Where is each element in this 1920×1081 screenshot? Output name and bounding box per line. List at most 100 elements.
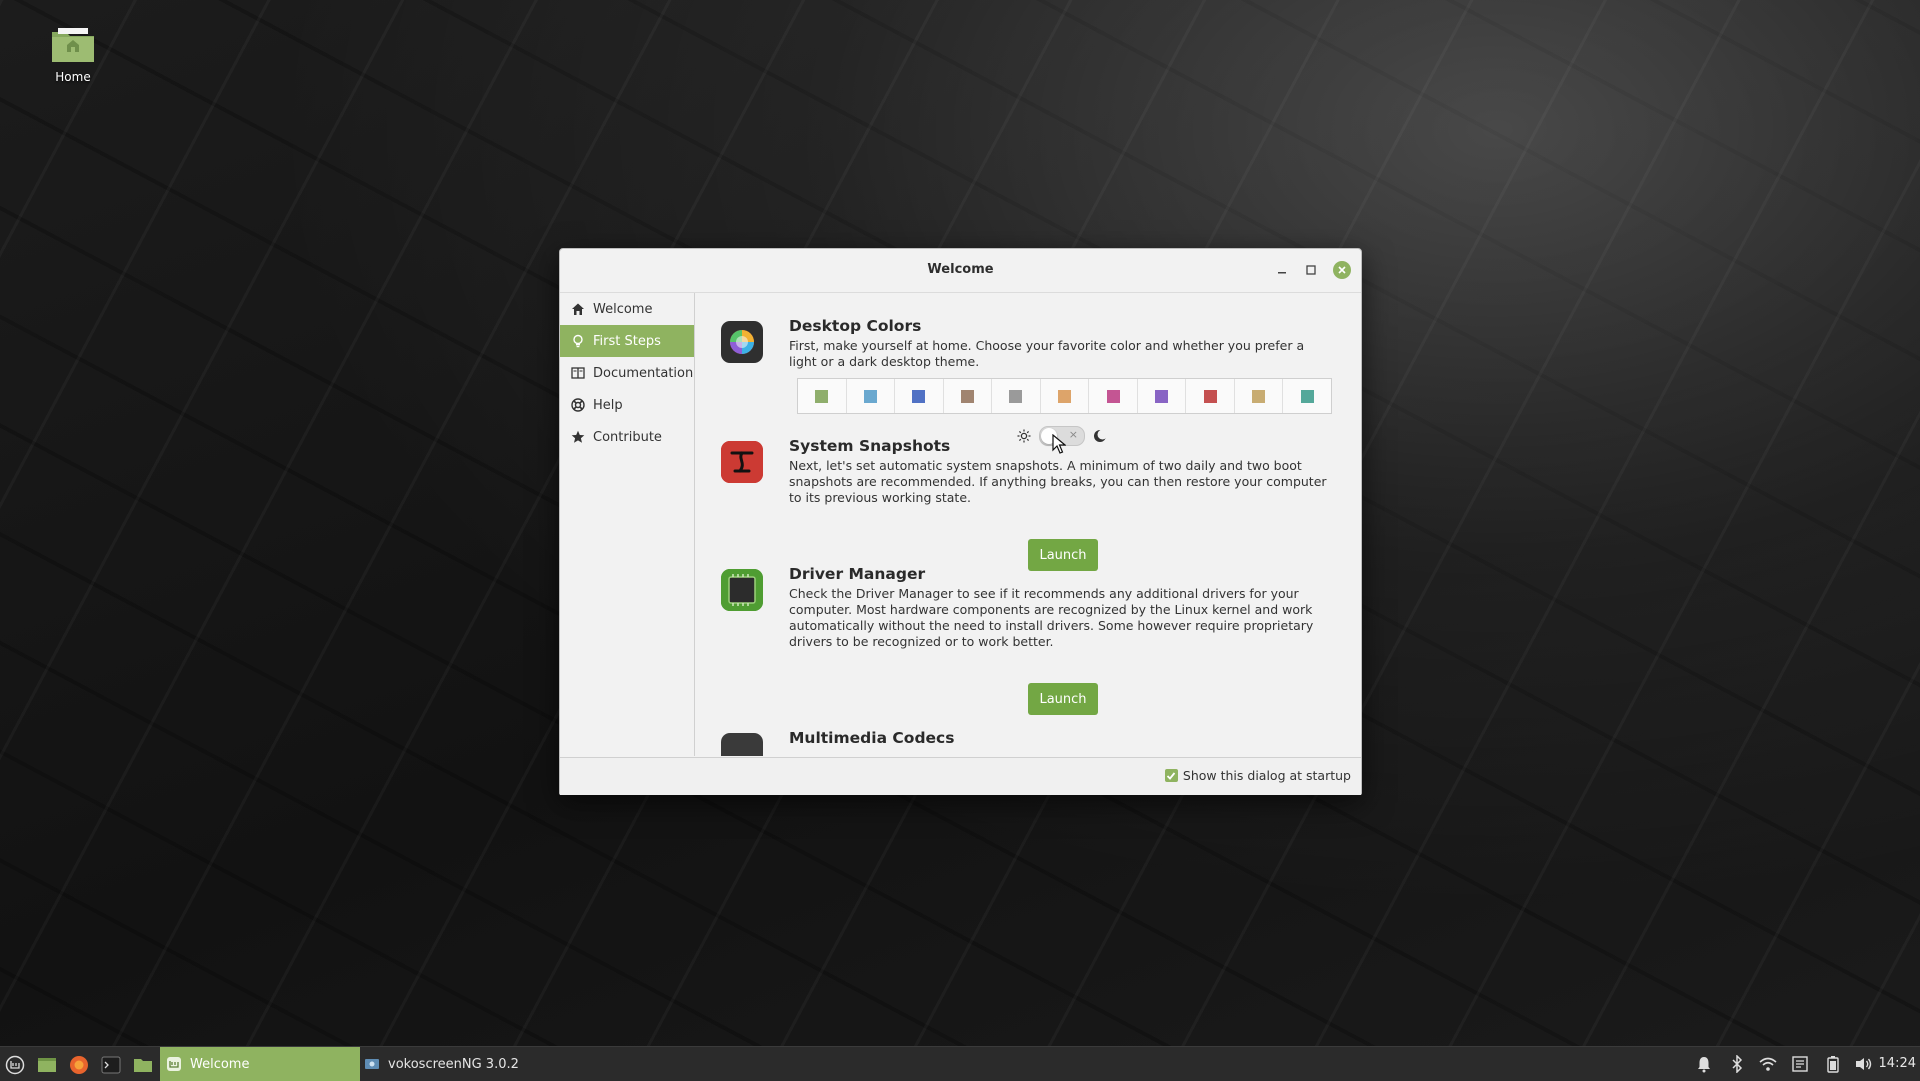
taskbar: Welcome vokoscreenNG 3.0.2 14:24 <box>0 1046 1920 1081</box>
sidebar-item-label: Contribute <box>593 429 662 445</box>
color-swatch-1[interactable] <box>798 379 847 413</box>
bluetooth-icon <box>1732 1055 1743 1073</box>
menu-button[interactable] <box>5 1055 25 1075</box>
window-footer: Show this dialog at startup <box>560 757 1361 795</box>
color-swatch-row <box>797 378 1332 414</box>
color-swatch-fill <box>1252 389 1266 403</box>
color-swatch-fill <box>1009 389 1023 403</box>
update-manager-icon <box>1792 1056 1808 1072</box>
driver-chip-icon <box>721 569 763 611</box>
color-swatch-9[interactable] <box>1186 379 1235 413</box>
color-swatch-fill <box>863 389 877 403</box>
color-swatch-4[interactable] <box>944 379 993 413</box>
battery-button[interactable] <box>1823 1054 1843 1074</box>
task-label: Welcome <box>190 1056 250 1072</box>
volume-button[interactable] <box>1854 1054 1874 1074</box>
task-label: vokoscreenNG 3.0.2 <box>388 1056 519 1072</box>
sidebar-item-help[interactable]: Help <box>560 389 694 421</box>
color-swatch-fill <box>1058 389 1071 403</box>
terminal-icon <box>101 1056 121 1074</box>
color-swatch-fill <box>960 389 974 403</box>
task-welcome[interactable]: Welcome <box>160 1047 360 1081</box>
sidebar-item-first-steps[interactable]: First Steps <box>560 325 694 357</box>
wifi-icon <box>1759 1057 1777 1071</box>
multimedia-icon <box>721 733 763 756</box>
sidebar-item-contribute[interactable]: Contribute <box>560 421 694 453</box>
desktop-icon-home[interactable]: Home <box>40 26 106 84</box>
mouse-cursor <box>1052 433 1067 458</box>
wifi-button[interactable] <box>1758 1054 1778 1074</box>
startup-checkbox[interactable] <box>1164 769 1178 782</box>
moon-icon <box>1091 427 1109 445</box>
battery-icon <box>1827 1056 1839 1073</box>
star-icon <box>570 429 586 445</box>
mint-welcome-icon <box>166 1056 182 1072</box>
color-swatch-7[interactable] <box>1089 379 1138 413</box>
clock[interactable]: 14:24 <box>1879 1056 1916 1071</box>
color-swatch-fill <box>1300 389 1314 403</box>
color-swatch-2[interactable] <box>847 379 896 413</box>
sidebar-item-label: Help <box>593 397 623 413</box>
sidebar-item-label: First Steps <box>593 333 661 349</box>
minimize-button[interactable] <box>1273 261 1291 279</box>
color-swatch-fill <box>912 389 926 403</box>
section-title: System Snapshots <box>789 437 951 455</box>
vokoscreen-icon <box>364 1056 380 1072</box>
startup-checkbox-row[interactable]: Show this dialog at startup <box>1164 768 1351 783</box>
maximize-button[interactable] <box>1302 261 1320 279</box>
color-swatch-fill <box>815 389 829 403</box>
firefox-launcher[interactable] <box>69 1055 89 1075</box>
task-vokoscreen[interactable]: vokoscreenNG 3.0.2 <box>360 1047 560 1081</box>
home-icon <box>570 301 586 317</box>
firefox-icon <box>70 1056 88 1074</box>
lightbulb-icon <box>570 333 586 349</box>
show-desktop-icon <box>38 1058 56 1072</box>
notifications-icon <box>1698 1057 1710 1073</box>
lifebuoy-icon <box>570 397 586 413</box>
minimize-icon <box>1278 272 1286 274</box>
desktop-icon-label: Home <box>55 70 91 84</box>
color-swatch-10[interactable] <box>1235 379 1284 413</box>
sidebar-item-label: Documentation <box>593 365 694 381</box>
color-swatch-5[interactable] <box>992 379 1041 413</box>
update-manager-button[interactable] <box>1790 1054 1810 1074</box>
notifications-button[interactable] <box>1694 1054 1714 1074</box>
color-swatch-11[interactable] <box>1283 379 1331 413</box>
color-swatch-8[interactable] <box>1138 379 1187 413</box>
section-text: Check the Driver Manager to see if it re… <box>789 586 1314 649</box>
color-swatch-6[interactable] <box>1041 379 1090 413</box>
color-swatch-fill <box>1106 389 1120 403</box>
bluetooth-button[interactable] <box>1727 1054 1747 1074</box>
content-area[interactable]: Desktop Colors First, make yourself at h… <box>695 293 1360 756</box>
show-desktop-button[interactable] <box>37 1055 57 1075</box>
sidebar-item-welcome[interactable]: Welcome <box>560 293 694 325</box>
launch-driver-manager-button[interactable]: Launch <box>1028 683 1098 715</box>
window-title: Welcome <box>927 262 994 277</box>
section-title: Driver Manager <box>789 565 926 583</box>
close-button[interactable] <box>1333 261 1351 279</box>
color-swatch-fill <box>1203 389 1217 403</box>
section-text: Next, let's set automatic system snapsho… <box>789 458 1327 505</box>
terminal-launcher[interactable] <box>101 1055 121 1075</box>
sidebar-item-documentation[interactable]: Documentation <box>560 357 694 389</box>
close-icon <box>1338 266 1346 274</box>
book-icon <box>570 365 586 381</box>
welcome-window: Welcome Welcome First Steps Documentatio… <box>559 248 1362 795</box>
window-titlebar[interactable]: Welcome <box>560 249 1361 293</box>
color-wheel-icon <box>721 321 763 363</box>
startup-checkbox-label: Show this dialog at startup <box>1182 768 1351 783</box>
sun-icon <box>1015 427 1033 445</box>
section-title: Desktop Colors <box>789 317 922 335</box>
files-icon <box>134 1059 152 1072</box>
home-folder-icon <box>50 26 96 64</box>
timeshift-icon <box>721 441 763 483</box>
launch-timeshift-button[interactable]: Launch <box>1028 539 1098 571</box>
color-swatch-3[interactable] <box>895 379 944 413</box>
files-launcher[interactable] <box>133 1055 153 1075</box>
menu-icon <box>5 1055 25 1075</box>
color-swatch-fill <box>1155 389 1169 403</box>
sidebar-item-label: Welcome <box>593 301 653 317</box>
sidebar: Welcome First Steps Documentation Help C… <box>560 293 695 756</box>
section-title: Multimedia Codecs <box>789 729 955 747</box>
checkmark-icon <box>1167 771 1176 780</box>
